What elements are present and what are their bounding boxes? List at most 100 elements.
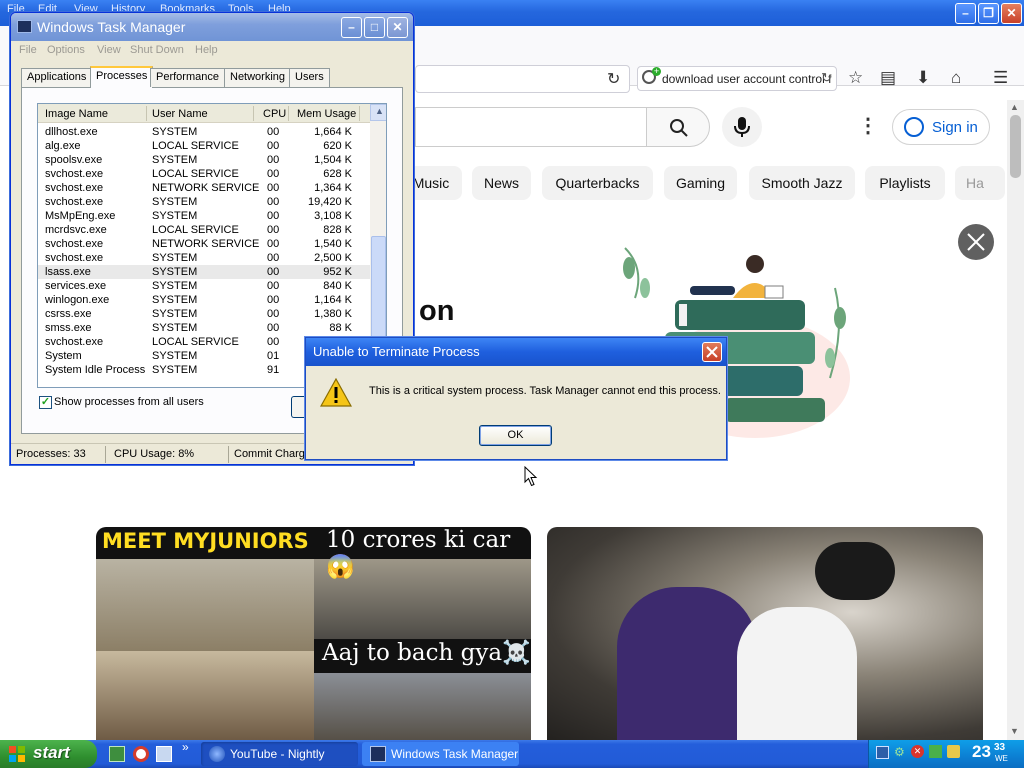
table-row[interactable]: dllhost.exe SYSTEM 00 1,664 K (38, 125, 370, 139)
reading-list-icon[interactable]: ▤ (880, 66, 896, 90)
process-list-header: Image Name User Name CPU Mem Usage (38, 104, 370, 123)
chip-news[interactable]: News (472, 166, 531, 200)
task-manager-titlebar[interactable]: Windows Task Manager – □ ✕ (11, 13, 413, 41)
url-bar[interactable] (415, 65, 630, 93)
scroll-down-arrow-icon[interactable]: ▼ (1010, 726, 1019, 736)
tray-alert-icon[interactable]: ✕ (911, 745, 924, 758)
tray-volume-icon[interactable] (947, 745, 960, 758)
microphone-icon (734, 117, 750, 137)
scroll-up-arrow-icon[interactable]: ▲ (1010, 102, 1019, 112)
chip-quarterbacks[interactable]: Quarterbacks (542, 166, 653, 200)
clock-hours[interactable]: 23 (972, 742, 991, 762)
table-row[interactable]: svchost.exe NETWORK SERVICE 00 1,364 K (38, 181, 370, 195)
page-scrollbar[interactable] (1007, 100, 1024, 740)
table-row[interactable]: svchost.exe LOCAL SERVICE 00 628 K (38, 167, 370, 181)
tray-network-icon[interactable] (876, 746, 889, 759)
voice-search-button[interactable] (722, 107, 762, 147)
bookmark-star-icon[interactable]: ☆ (848, 66, 863, 90)
banner-heading: on (419, 295, 455, 327)
video-thumbnail-1[interactable]: MEET MYJUNIORS 10 crores ki car😱 Aaj to … (96, 527, 531, 740)
table-row[interactable]: svchost.exe NETWORK SERVICE 00 1,540 K (38, 237, 370, 251)
quicklaunch-desktop-icon[interactable] (109, 746, 125, 762)
col-image-name[interactable]: Image Name (45, 108, 108, 120)
col-user-name[interactable]: User Name (152, 108, 208, 120)
table-row[interactable]: smss.exe SYSTEM 00 88 K (38, 321, 370, 335)
browser-close-button[interactable]: ✕ (1001, 3, 1022, 24)
tray-shield-icon[interactable]: ⚙ (894, 745, 905, 759)
page-scrollbar-thumb[interactable] (1010, 115, 1021, 178)
quicklaunch-more-icon[interactable]: » (182, 740, 189, 754)
dismiss-banner-button[interactable] (958, 224, 994, 260)
start-button[interactable]: start (0, 740, 97, 768)
process-user-name: SYSTEM (152, 154, 198, 166)
table-row[interactable]: spoolsv.exe SYSTEM 00 1,504 K (38, 153, 370, 167)
process-list-scroll-thumb[interactable] (371, 236, 386, 346)
scroll-up-button[interactable]: ▲ (370, 104, 386, 121)
clock-minutes[interactable]: 33 (994, 742, 1005, 753)
tm-menu-help[interactable]: Help (195, 44, 218, 56)
more-options-icon[interactable]: ⋮ (858, 116, 878, 136)
youtube-search-input[interactable] (415, 107, 647, 147)
process-cpu: 00 (267, 182, 280, 194)
reload-icon[interactable]: ↻ (607, 69, 620, 89)
taskbar-item-task-manager[interactable]: Windows Task Manager (362, 742, 519, 766)
chip-playlists[interactable]: Playlists (865, 166, 945, 200)
close-icon (967, 233, 985, 251)
process-user-name: LOCAL SERVICE (152, 336, 239, 348)
process-image-name: smss.exe (45, 322, 92, 334)
hamburger-menu-icon[interactable]: ☰ (993, 66, 1008, 90)
thumb1-heading-left: MEET MYJUNIORS (102, 529, 309, 553)
table-row[interactable]: winlogon.exe SYSTEM 00 1,164 K (38, 293, 370, 307)
tm-maximize-button[interactable]: □ (364, 17, 385, 38)
tab-networking[interactable]: Networking (224, 68, 292, 87)
table-row[interactable]: csrss.exe SYSTEM 00 1,380 K (38, 307, 370, 321)
tm-menu-options[interactable]: Options (47, 44, 85, 56)
table-row[interactable]: alg.exe LOCAL SERVICE 00 620 K (38, 139, 370, 153)
tab-applications[interactable]: Applications (21, 68, 93, 87)
quicklaunch-browser-icon[interactable] (133, 746, 149, 762)
video-thumbnail-2[interactable] (547, 527, 983, 740)
chip-gaming[interactable]: Gaming (664, 166, 737, 200)
search-reload-icon[interactable]: ↻ (821, 70, 832, 86)
home-icon[interactable]: ⌂ (951, 66, 961, 90)
tm-close-button[interactable]: ✕ (387, 17, 408, 38)
browser-minimize-button[interactable]: – (955, 3, 976, 24)
tab-processes[interactable]: Processes (90, 66, 154, 88)
process-image-name: spoolsv.exe (45, 154, 103, 166)
taskbar-item-youtube[interactable]: YouTube - Nightly (201, 742, 358, 766)
process-cpu: 00 (267, 140, 280, 152)
task-manager-app-icon (17, 20, 32, 33)
dialog-close-button[interactable] (702, 342, 722, 362)
tm-menu-view[interactable]: View (97, 44, 121, 56)
chip-smooth-jazz[interactable]: Smooth Jazz (749, 166, 855, 200)
col-cpu[interactable]: CPU (263, 108, 286, 120)
table-row[interactable]: svchost.exe SYSTEM 00 2,500 K (38, 251, 370, 265)
col-mem-usage[interactable]: Mem Usage (297, 108, 356, 120)
process-mem-usage: 1,380 K (314, 308, 352, 320)
warning-icon (320, 378, 352, 407)
tm-menu-shutdown[interactable]: Shut Down (130, 44, 184, 56)
tm-minimize-button[interactable]: – (341, 17, 362, 38)
ok-button[interactable]: OK (479, 425, 552, 446)
process-cpu: 01 (267, 350, 280, 362)
table-row[interactable]: lsass.exe SYSTEM 00 952 K (38, 265, 370, 279)
table-row[interactable]: svchost.exe SYSTEM 00 19,420 K (38, 195, 370, 209)
tm-menu-file[interactable]: File (19, 44, 37, 56)
mouse-cursor-icon (524, 466, 538, 487)
process-image-name: svchost.exe (45, 336, 104, 348)
downloads-icon[interactable]: ⬇ (916, 66, 930, 90)
sign-in-button[interactable]: Sign in (892, 109, 990, 145)
browser-search-field[interactable]: + download user account control f ↻ (637, 66, 837, 91)
process-cpu: 00 (267, 154, 280, 166)
table-row[interactable]: MsMpEng.exe SYSTEM 00 3,108 K (38, 209, 370, 223)
quicklaunch-show-desktop-icon[interactable] (156, 746, 172, 762)
error-dialog-titlebar[interactable]: Unable to Terminate Process (306, 338, 726, 366)
table-row[interactable]: services.exe SYSTEM 00 840 K (38, 279, 370, 293)
table-row[interactable]: mcrdsvc.exe LOCAL SERVICE 00 828 K (38, 223, 370, 237)
tray-security-icon[interactable] (929, 745, 942, 758)
tab-users[interactable]: Users (289, 68, 330, 87)
tab-performance[interactable]: Performance (150, 68, 225, 87)
browser-restore-button[interactable]: ❐ (978, 3, 999, 24)
youtube-search-button[interactable] (646, 107, 710, 147)
chip-partial[interactable]: Ha (955, 166, 1005, 200)
